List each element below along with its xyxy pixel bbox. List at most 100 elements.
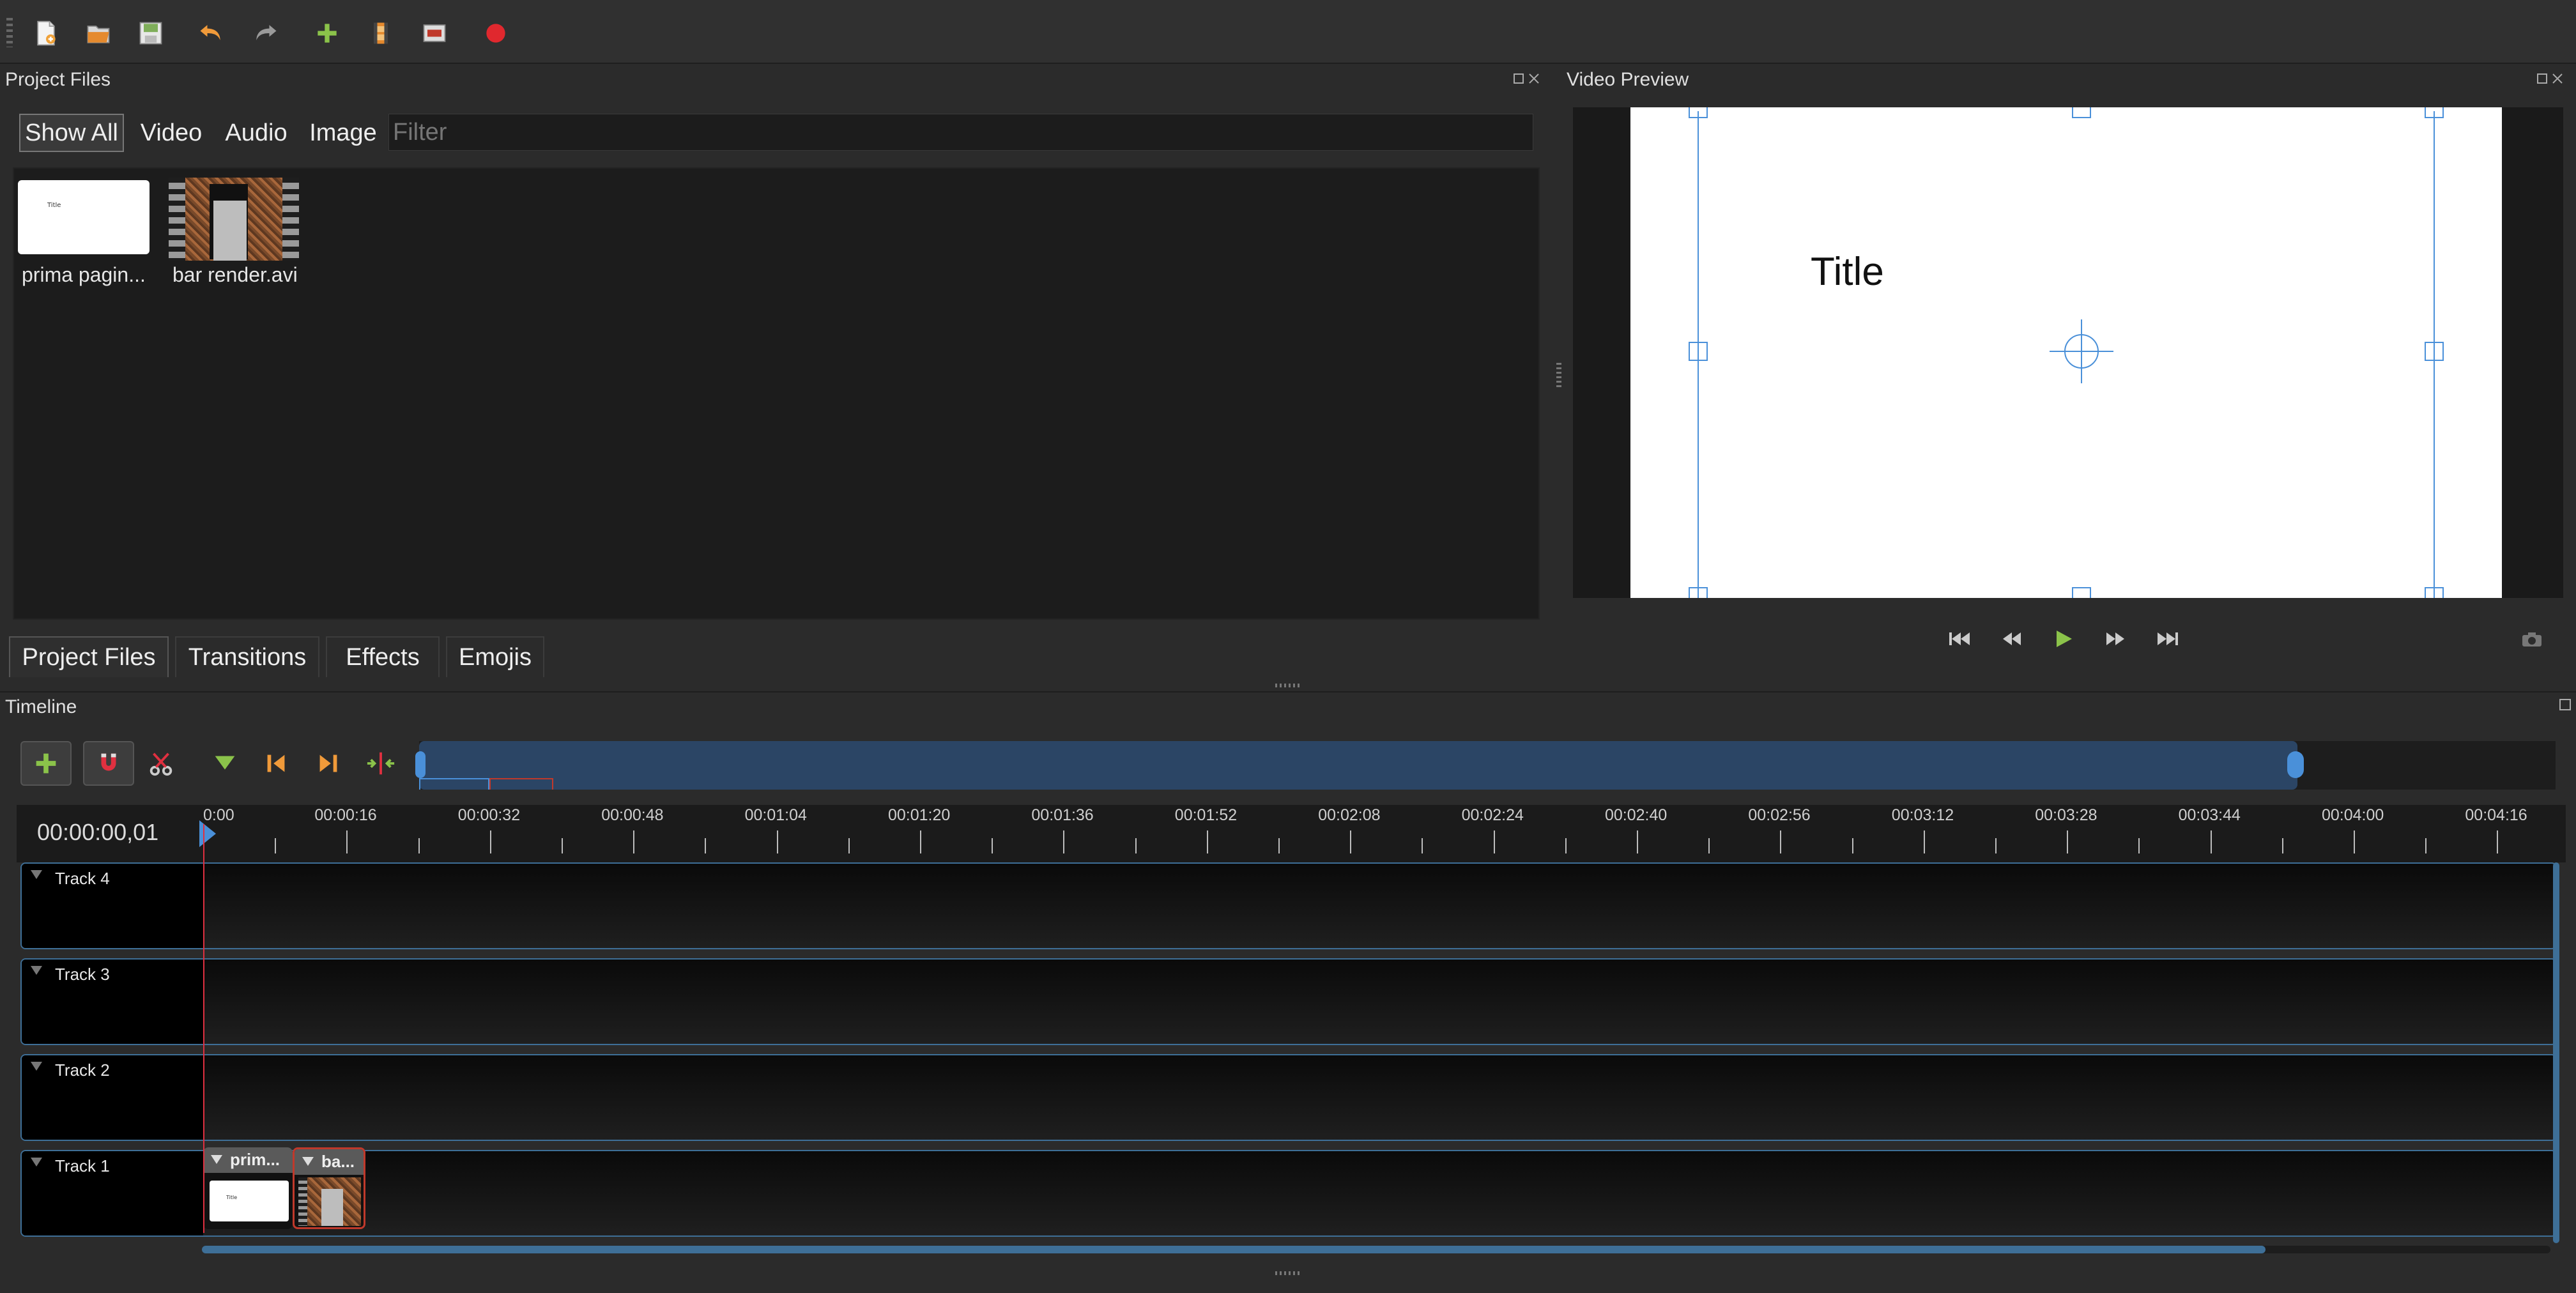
track-header[interactable]: Track 3 — [22, 960, 203, 1044]
export-video-button[interactable] — [477, 14, 515, 52]
timeline-zoom-selection[interactable] — [419, 741, 2297, 790]
ruler-tick-label: 00:02:08 — [1318, 806, 1381, 824]
new-project-button[interactable] — [27, 14, 65, 52]
filter-input[interactable] — [388, 114, 1533, 151]
ruler-minor-tick — [418, 838, 420, 853]
ruler-major-tick — [776, 830, 778, 853]
choose-profile-button[interactable] — [362, 14, 400, 52]
playhead-marker-icon[interactable] — [197, 820, 218, 847]
redo-button[interactable] — [247, 14, 285, 52]
jump-start-button[interactable] — [1943, 625, 1975, 653]
previous-marker-button[interactable] — [250, 741, 302, 786]
video-preview-canvas[interactable]: Title — [1630, 107, 2502, 598]
rewind-button[interactable] — [1996, 625, 2028, 653]
snapping-toggle-button[interactable] — [83, 741, 134, 786]
track-row[interactable]: Track 2 — [20, 1054, 2557, 1141]
ruler-tick-label: 00:00:16 — [314, 806, 377, 824]
zoom-handle-left[interactable] — [415, 751, 425, 778]
horizontal-splitter[interactable] — [1275, 684, 1301, 687]
center-on-playhead-button[interactable] — [355, 741, 406, 786]
ruler-minor-tick — [848, 838, 850, 853]
main-toolbar — [0, 0, 2576, 64]
fast-forward-icon — [2106, 632, 2124, 645]
fullscreen-button[interactable] — [415, 14, 454, 52]
add-marker-button[interactable] — [199, 741, 250, 786]
project-files-list[interactable]: Title prima pagin... bar render.avi — [13, 167, 1540, 620]
import-files-button[interactable] — [308, 14, 346, 52]
playhead-line[interactable] — [203, 824, 204, 1233]
add-track-button[interactable] — [20, 741, 72, 786]
filter-video-tab[interactable]: Video — [133, 114, 210, 152]
bottom-splitter[interactable] — [1275, 1271, 1301, 1275]
fast-forward-button[interactable] — [2099, 625, 2131, 653]
file-item-title[interactable]: Title prima pagin... — [17, 175, 152, 296]
open-project-button[interactable] — [79, 14, 118, 52]
ruler-tick-label: 00:03:44 — [2178, 806, 2241, 824]
filter-show-all-tab[interactable]: Show All — [19, 114, 124, 152]
redo-icon — [256, 25, 277, 40]
track-collapse-icon[interactable] — [31, 1062, 42, 1071]
ruler-tick-label: 00:00:48 — [601, 806, 664, 824]
ruler-minor-tick — [1135, 838, 1137, 853]
camera-icon — [2522, 632, 2542, 646]
save-project-button[interactable] — [132, 14, 170, 52]
zoom-handle-right[interactable] — [2287, 751, 2304, 778]
open-folder-icon — [87, 26, 110, 43]
ruler-tick-label: 00:00:32 — [457, 806, 521, 824]
center-playhead-icon — [367, 752, 395, 775]
jump-end-button[interactable] — [2152, 625, 2184, 653]
timeline-clip[interactable]: prim... Title — [203, 1147, 293, 1229]
ruler-major-tick — [1350, 830, 1352, 853]
tab-project-files[interactable]: Project Files — [9, 636, 169, 677]
thumb-text: Title — [47, 202, 61, 209]
track-row[interactable]: Track 4 — [20, 862, 2557, 949]
next-marker-button[interactable] — [303, 741, 354, 786]
ruler-major-tick — [1637, 830, 1638, 853]
play-button[interactable] — [2047, 625, 2079, 653]
transform-handles[interactable] — [1630, 107, 2502, 598]
dock-float-close-icon[interactable] — [1513, 72, 1541, 87]
tab-transitions[interactable]: Transitions — [175, 636, 319, 677]
filter-audio-tab[interactable]: Audio — [217, 114, 295, 152]
snapshot-button[interactable] — [2516, 625, 2548, 653]
track-row[interactable]: Track 1 — [20, 1150, 2557, 1237]
track-label: Track 2 — [55, 1060, 110, 1080]
dock-float-icon[interactable] — [2558, 698, 2573, 713]
track-header[interactable]: Track 4 — [22, 864, 203, 948]
track-collapse-icon[interactable] — [31, 1158, 42, 1167]
marker-icon — [215, 756, 235, 770]
ruler-minor-tick — [992, 838, 993, 853]
timeline-vertical-scrollbar[interactable] — [2553, 862, 2559, 1243]
track-collapse-icon[interactable] — [31, 870, 42, 879]
ruler-major-tick — [2067, 830, 2069, 853]
tab-effects[interactable]: Effects — [326, 636, 440, 677]
track-collapse-icon[interactable] — [31, 966, 42, 975]
ruler-tick-label: 00:01:04 — [744, 806, 807, 824]
undo-icon — [200, 25, 220, 40]
file-item-video[interactable]: bar render.avi — [155, 175, 299, 296]
track-row[interactable]: Track 3 — [20, 958, 2557, 1045]
track-header[interactable]: Track 2 — [22, 1055, 203, 1140]
vertical-splitter[interactable] — [1556, 363, 1561, 388]
timeline-horizontal-scrollbar[interactable] — [202, 1246, 2550, 1253]
razor-tool-button[interactable] — [135, 741, 187, 786]
clip-label: ba... — [321, 1152, 355, 1171]
ruler-tick-label: 00:03:28 — [2035, 806, 2097, 824]
scissors-icon — [150, 753, 172, 776]
rewind-icon — [2003, 632, 2021, 645]
ruler-major-tick — [1493, 830, 1495, 853]
ruler-major-tick — [920, 830, 921, 853]
ruler-major-tick — [346, 830, 348, 853]
toolbar-grip[interactable] — [6, 18, 13, 47]
track-label: Track 3 — [55, 965, 110, 984]
scrollbar-thumb[interactable] — [202, 1246, 2266, 1253]
tab-emojis[interactable]: Emojis — [446, 636, 544, 677]
plus-icon — [318, 24, 337, 43]
timeline-clip-selected[interactable]: ba... — [293, 1147, 365, 1229]
undo-button[interactable] — [192, 14, 230, 52]
track-header[interactable]: Track 1 — [22, 1151, 203, 1236]
filter-image-tab[interactable]: Image — [303, 114, 383, 152]
ruler-major-tick — [2210, 830, 2212, 853]
new-file-icon — [37, 20, 56, 46]
dock-float-close-icon[interactable] — [2536, 72, 2564, 87]
